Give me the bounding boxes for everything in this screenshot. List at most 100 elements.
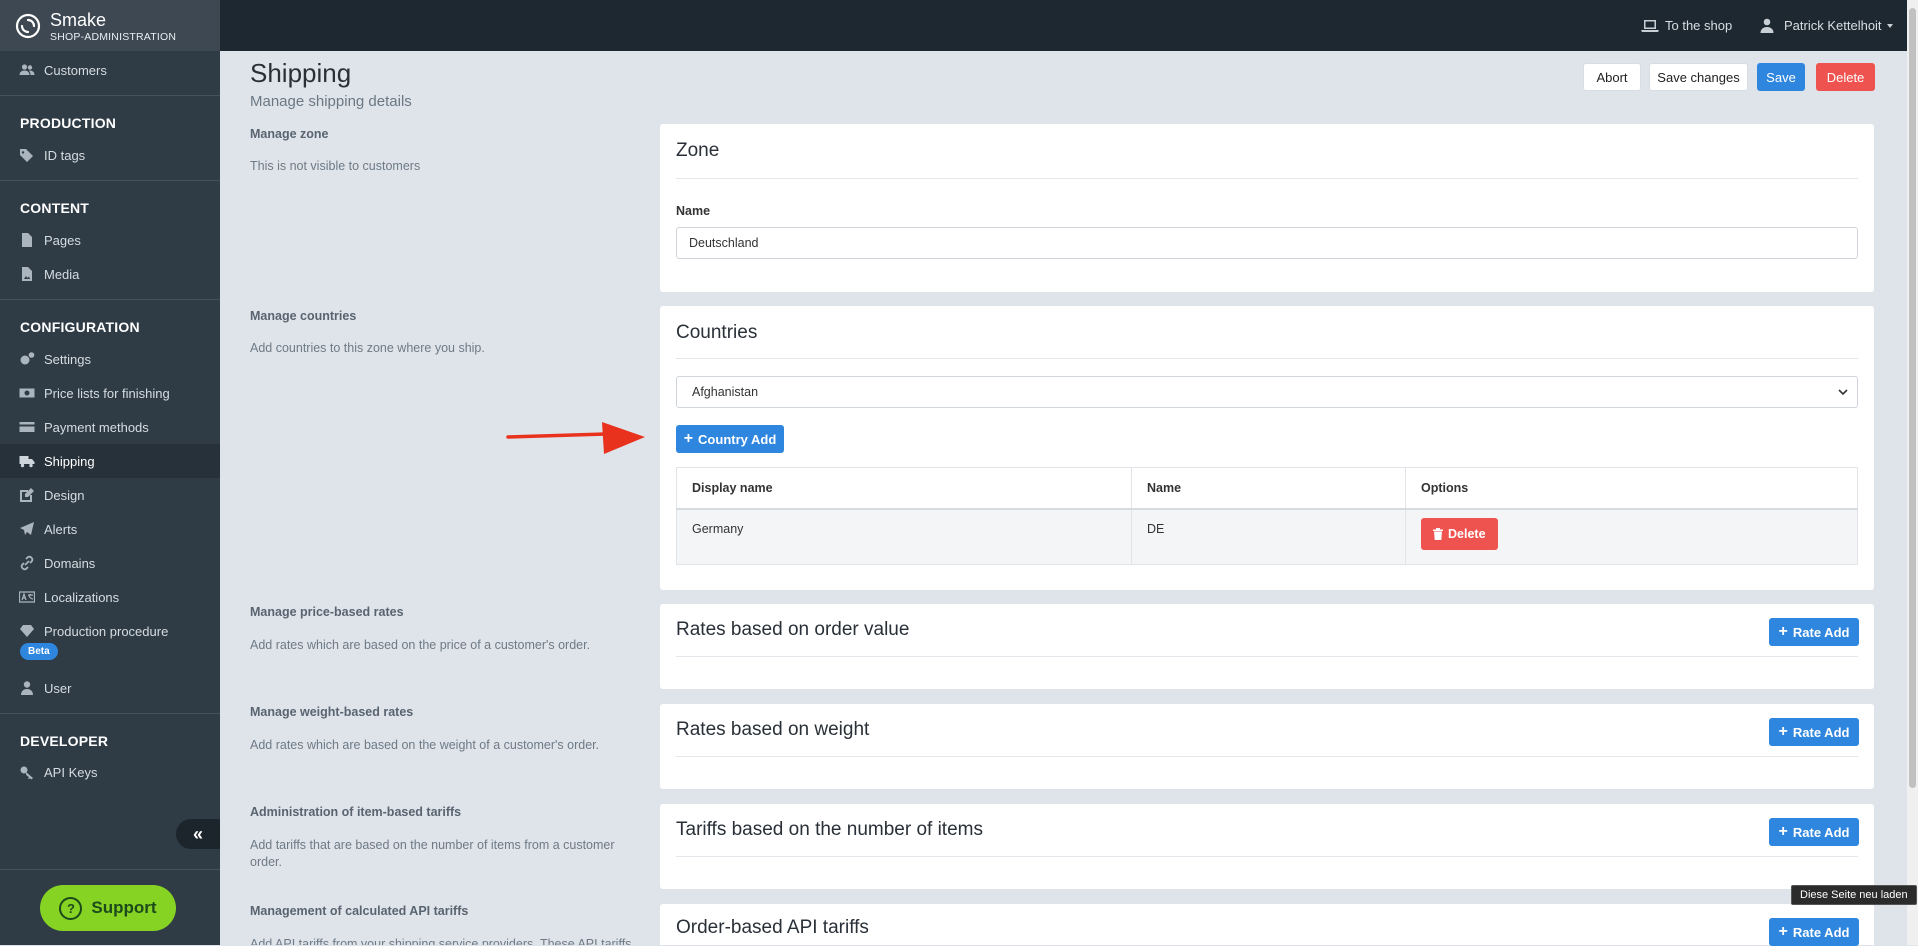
support-label: Support	[91, 898, 157, 917]
brand-name: Smake	[50, 10, 107, 30]
sidebar-item-shipping[interactable]: Shipping	[0, 444, 220, 478]
edit-icon	[20, 488, 34, 502]
section-title-content: CONTENT	[20, 200, 90, 216]
brand-subtitle: SHOP-ADMINISTRATION	[50, 31, 177, 43]
weight-rates-card: Rates based on weight + Rate Add	[660, 704, 1874, 789]
tags-icon	[20, 149, 33, 162]
sidebar-item-label: Production procedure	[44, 623, 169, 639]
plus-icon: +	[1778, 923, 1788, 940]
item-tariff-add-button[interactable]: + Rate Add	[1769, 818, 1859, 846]
item-tariffs-card: Tariffs based on the number of items + R…	[660, 804, 1874, 889]
sidebar-item-api-keys[interactable]: API Keys	[0, 755, 220, 789]
sidebar-item-localizations[interactable]: Localizations	[0, 580, 220, 614]
weight-rate-add-button[interactable]: + Rate Add	[1769, 718, 1859, 746]
page-title: Shipping	[250, 58, 352, 88]
country-add-button[interactable]: + Country Add	[676, 425, 784, 453]
table-row: Germany DE Delete	[676, 508, 1858, 565]
zone-section-title: Manage zone	[250, 127, 329, 141]
delete-country-button[interactable]: Delete	[1421, 518, 1498, 550]
sidebar-item-settings[interactable]: Settings	[0, 342, 220, 376]
country-select[interactable]: Afghanistan	[676, 376, 1858, 408]
user-icon	[1760, 18, 1774, 33]
sidebar-item-label: Alerts	[44, 521, 78, 537]
price-rates-card: Rates based on order value + Rate Add	[660, 604, 1874, 689]
sidebar-item-label: ID tags	[44, 147, 86, 163]
section-title-configuration: CONFIGURATION	[20, 319, 140, 335]
chevron-down-icon	[1838, 389, 1848, 396]
api-tariff-add-button[interactable]: + Rate Add	[1769, 918, 1859, 946]
sidebar-item-label: API Keys	[44, 764, 98, 780]
brand[interactable]: Smake SHOP-ADMINISTRATION	[0, 0, 220, 51]
zone-section-desc: This is not visible to customers	[250, 159, 421, 173]
plus-icon: +	[1778, 723, 1788, 740]
zone-name-input[interactable]: Deutschland	[676, 227, 1858, 259]
user-menu[interactable]: Patrick Kettelhoit	[1760, 0, 1902, 51]
column-header: Display name	[676, 467, 1132, 510]
sidebar-item-label: Price lists for finishing	[44, 385, 170, 401]
rate-add-label: Rate Add	[1792, 724, 1850, 740]
sidebar-divider	[0, 869, 220, 870]
countries-card: Countries Afghanistan + Country Add Disp…	[660, 306, 1874, 590]
scrollbar-thumb[interactable]	[1909, 8, 1916, 788]
sidebar-item-id-tags[interactable]: ID tags	[0, 138, 220, 172]
red-arrow-annotation	[506, 422, 645, 454]
beta-badge: Beta	[20, 643, 58, 660]
column-header: Options	[1405, 467, 1858, 510]
sidebar-item-label: Design	[44, 487, 85, 503]
section-title-developer: DEVELOPER	[20, 733, 109, 749]
weight-rates-section-desc: Add rates which are based on the weight …	[250, 738, 600, 752]
sidebar-divider	[0, 713, 220, 714]
country-options: Delete	[1405, 508, 1858, 565]
sidebar-item-customers[interactable]: Customers	[0, 53, 220, 87]
sidebar-item-design[interactable]: Design	[0, 478, 220, 512]
card-divider	[676, 656, 1858, 657]
countries-table: Display name Name Options Germany DE Del…	[676, 467, 1858, 565]
scrollbar[interactable]	[1907, 0, 1918, 945]
sidebar-item-label: Domains	[44, 555, 96, 571]
section-title-production: PRODUCTION	[20, 115, 117, 131]
sidebar-item-price-lists[interactable]: Price lists for finishing	[0, 376, 220, 410]
column-header: Name	[1131, 467, 1406, 510]
user-icon	[21, 681, 33, 695]
sidebar-item-label: User	[44, 680, 72, 696]
sidebar-item-alerts[interactable]: Alerts	[0, 512, 220, 546]
to-the-shop-label: To the shop	[1665, 18, 1733, 33]
sidebar-collapse-button[interactable]: «	[176, 819, 220, 849]
country-add-label: Country Add	[698, 431, 777, 447]
sidebar-item-pages[interactable]: Pages	[0, 223, 220, 257]
sidebar-item-label: Pages	[44, 232, 81, 248]
language-icon	[19, 591, 35, 603]
sidebar-item-label: Localizations	[44, 589, 120, 605]
plus-icon: +	[1778, 623, 1788, 640]
sidebar-divider	[0, 180, 220, 181]
price-rates-section-title: Manage price-based rates	[250, 605, 404, 619]
sidebar-item-payment-methods[interactable]: Payment methods	[0, 410, 220, 444]
countries-section-title: Manage countries	[250, 309, 357, 323]
truck-icon	[19, 456, 35, 468]
save-button[interactable]: Save	[1757, 63, 1805, 91]
sidebar-item-domains[interactable]: Domains	[0, 546, 220, 580]
price-rate-add-button[interactable]: + Rate Add	[1769, 618, 1859, 646]
country-code: DE	[1131, 508, 1406, 565]
user-name: Patrick Kettelhoit	[1784, 18, 1882, 33]
to-the-shop-link[interactable]: To the shop	[1641, 0, 1732, 51]
api-tariffs-card: Order-based API tariffs + Rate Add	[660, 904, 1874, 946]
rate-add-label: Rate Add	[1792, 624, 1850, 640]
laptop-icon	[1641, 19, 1659, 32]
delete-button[interactable]: Delete	[1816, 63, 1875, 91]
api-tariffs-section-title: Management of calculated API tariffs	[250, 904, 469, 918]
card-divider	[676, 178, 1858, 179]
sidebar-item-user[interactable]: User	[0, 671, 220, 705]
price-rates-section-desc: Add rates which are based on the price o…	[250, 638, 591, 652]
sidebar-item-media[interactable]: Media	[0, 257, 220, 291]
sidebar: Smake SHOP-ADMINISTRATION Customers PROD…	[0, 0, 220, 945]
support-button[interactable]: ? Support	[40, 885, 176, 931]
rate-add-label: Rate Add	[1792, 924, 1850, 940]
abort-button[interactable]: Abort	[1583, 63, 1641, 91]
smake-logo-icon	[15, 13, 41, 39]
question-circle-icon: ?	[59, 896, 83, 920]
card-divider	[676, 856, 1858, 857]
zone-card: Zone Name Deutschland	[660, 124, 1874, 292]
save-changes-button[interactable]: Save changes	[1649, 63, 1748, 91]
plus-icon: +	[1778, 823, 1788, 840]
